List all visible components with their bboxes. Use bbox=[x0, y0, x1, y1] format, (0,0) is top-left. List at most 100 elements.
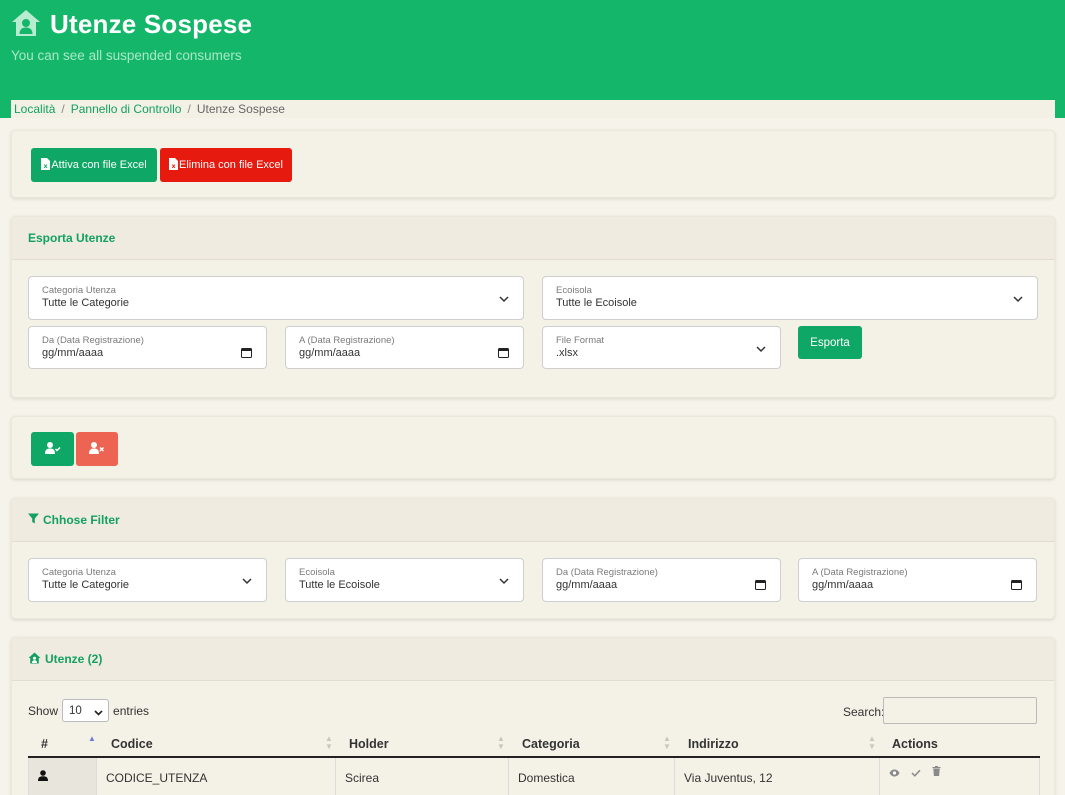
row-holder: Scirea bbox=[345, 771, 380, 785]
filter-ecoisola-value: Tutte le Ecoisole bbox=[299, 579, 380, 591]
export-date-to-field[interactable]: A (Data Registrazione) gg/mm/aaaa bbox=[285, 326, 524, 369]
check-icon[interactable] bbox=[911, 766, 921, 780]
sort-icon: ▼ bbox=[497, 742, 505, 751]
filter-ecoisola-select[interactable]: Ecoisola Tutte le Ecoisole bbox=[285, 558, 524, 602]
row-holder-cell: Scirea bbox=[337, 758, 509, 795]
sort-icon: ▼ bbox=[325, 742, 333, 751]
column-header-actions: Actions bbox=[892, 737, 938, 751]
export-date-from-label: Da (Data Registrazione) bbox=[42, 335, 144, 346]
row-categoria: Domestica bbox=[518, 771, 575, 785]
export-category-label: Categoria Utenza bbox=[42, 285, 116, 296]
page-title: Utenze Sospese bbox=[50, 9, 253, 39]
export-date-from-field[interactable]: Da (Data Registrazione) gg/mm/aaaa bbox=[28, 326, 267, 369]
export-ecoisola-value: Tutte le Ecoisole bbox=[556, 297, 637, 309]
row-index-cell bbox=[29, 758, 97, 795]
export-category-value: Tutte le Categorie bbox=[42, 297, 130, 309]
filter-date-from-label: Da (Data Registrazione) bbox=[556, 567, 658, 578]
breadcrumb-pannello[interactable]: Pannello di Controllo bbox=[71, 102, 182, 116]
delete-users-button[interactable] bbox=[76, 432, 118, 466]
export-button[interactable]: Esporta bbox=[798, 326, 862, 359]
chevron-down-icon bbox=[242, 574, 252, 588]
delete-excel-button[interactable]: x Elimina con file Excel bbox=[160, 148, 292, 182]
chevron-down-icon bbox=[756, 342, 766, 356]
calendar-icon[interactable] bbox=[1011, 579, 1022, 593]
trash-icon[interactable] bbox=[932, 765, 941, 779]
utenze-card: Utenze (2) Show 10 entries Search: # ▲ C… bbox=[11, 637, 1055, 795]
sort-icon: ▼ bbox=[868, 742, 876, 751]
utenze-card-title: Utenze (2) bbox=[45, 652, 103, 666]
svg-text:x: x bbox=[172, 163, 176, 170]
breadcrumb: Località / Pannello di Controllo / Utenz… bbox=[11, 100, 1055, 118]
export-date-to-value: gg/mm/aaaa bbox=[299, 347, 361, 359]
filter-date-to-value: gg/mm/aaaa bbox=[812, 579, 874, 591]
filter-date-from-field[interactable]: Da (Data Registrazione) gg/mm/aaaa bbox=[542, 558, 781, 602]
activate-excel-label: Attiva con file Excel bbox=[51, 159, 147, 171]
user-remove-icon bbox=[89, 441, 105, 457]
filter-icon bbox=[28, 513, 39, 527]
row-indirizzo: Via Juventus, 12 bbox=[684, 771, 773, 785]
export-file-format-label: File Format bbox=[556, 335, 605, 346]
sort-asc-icon: ▲ bbox=[88, 734, 96, 743]
row-categoria-cell: Domestica bbox=[510, 758, 675, 795]
table-row[interactable]: CODICE_UTENZA Scirea Domestica Via Juven… bbox=[28, 758, 1040, 795]
calendar-icon[interactable] bbox=[498, 347, 509, 361]
column-header-index[interactable]: # bbox=[41, 737, 48, 751]
column-header-categoria[interactable]: Categoria bbox=[522, 737, 580, 751]
export-date-to-label: A (Data Registrazione) bbox=[299, 335, 395, 346]
user-icon bbox=[38, 770, 48, 784]
column-header-codice[interactable]: Codice bbox=[111, 737, 153, 751]
export-card: Esporta Utenze Categoria Utenza Tutte le… bbox=[11, 216, 1055, 398]
export-ecoisola-select[interactable]: Ecoisola Tutte le Ecoisole bbox=[542, 276, 1038, 320]
chevron-down-icon bbox=[1013, 292, 1023, 306]
import-actions-card: x Attiva con file Excel x Elimina con fi… bbox=[11, 130, 1055, 198]
entries-select[interactable]: 10 bbox=[62, 699, 110, 722]
entries-control: Show 10 entries bbox=[28, 699, 149, 722]
row-actions-cell bbox=[881, 758, 1041, 795]
filter-card-header: Chhose Filter bbox=[12, 499, 1054, 542]
filter-category-select[interactable]: Categoria Utenza Tutte le Categorie bbox=[28, 558, 267, 602]
row-codice: CODICE_UTENZA bbox=[106, 771, 208, 785]
filter-date-from-value: gg/mm/aaaa bbox=[556, 579, 618, 591]
home-icon bbox=[28, 652, 41, 667]
breadcrumb-separator: / bbox=[61, 102, 65, 116]
excel-file-icon: x bbox=[41, 157, 51, 173]
export-category-select[interactable]: Categoria Utenza Tutte le Categorie bbox=[28, 276, 524, 320]
home-user-icon bbox=[10, 8, 42, 41]
eye-icon[interactable] bbox=[889, 766, 900, 780]
delete-excel-label: Elimina con file Excel bbox=[179, 159, 283, 171]
filter-ecoisola-label: Ecoisola bbox=[299, 567, 335, 578]
search-label: Search: bbox=[843, 705, 885, 719]
column-header-indirizzo[interactable]: Indirizzo bbox=[688, 737, 739, 751]
export-card-header: Esporta Utenze bbox=[12, 217, 1054, 260]
bulk-actions-card bbox=[11, 416, 1055, 479]
chevron-down-icon bbox=[94, 707, 103, 719]
filter-date-to-field[interactable]: A (Data Registrazione) gg/mm/aaaa bbox=[798, 558, 1037, 602]
export-file-format-select[interactable]: File Format .xlsx bbox=[542, 326, 781, 369]
entries-label: entries bbox=[113, 703, 150, 718]
breadcrumb-localita[interactable]: Località bbox=[14, 102, 55, 116]
user-check-icon bbox=[44, 441, 61, 457]
activate-users-button[interactable] bbox=[31, 432, 74, 466]
breadcrumb-current: Utenze Sospese bbox=[196, 102, 285, 116]
row-indirizzo-cell: Via Juventus, 12 bbox=[676, 758, 880, 795]
calendar-icon[interactable] bbox=[755, 579, 766, 593]
filter-card: Chhose Filter Categoria Utenza Tutte le … bbox=[11, 498, 1055, 619]
search-input[interactable] bbox=[883, 697, 1037, 724]
column-header-holder[interactable]: Holder bbox=[349, 737, 389, 751]
export-file-format-value: .xlsx bbox=[556, 347, 578, 359]
filter-category-value: Tutte le Categorie bbox=[42, 579, 130, 591]
activate-excel-button[interactable]: x Attiva con file Excel bbox=[31, 148, 157, 182]
chevron-down-icon bbox=[499, 574, 509, 588]
calendar-icon[interactable] bbox=[241, 347, 252, 361]
sort-icon: ▼ bbox=[663, 742, 671, 751]
show-label: Show bbox=[28, 703, 59, 718]
entries-select-value: 10 bbox=[69, 704, 82, 717]
page-title-group: Utenze Sospese bbox=[10, 8, 252, 41]
filter-category-label: Categoria Utenza bbox=[42, 567, 116, 578]
filter-date-to-label: A (Data Registrazione) bbox=[812, 567, 908, 578]
export-date-from-value: gg/mm/aaaa bbox=[42, 347, 104, 359]
export-ecoisola-label: Ecoisola bbox=[556, 285, 592, 296]
excel-file-icon: x bbox=[169, 157, 179, 173]
export-card-title: Esporta Utenze bbox=[28, 231, 116, 245]
utenze-card-header: Utenze (2) bbox=[12, 638, 1054, 681]
